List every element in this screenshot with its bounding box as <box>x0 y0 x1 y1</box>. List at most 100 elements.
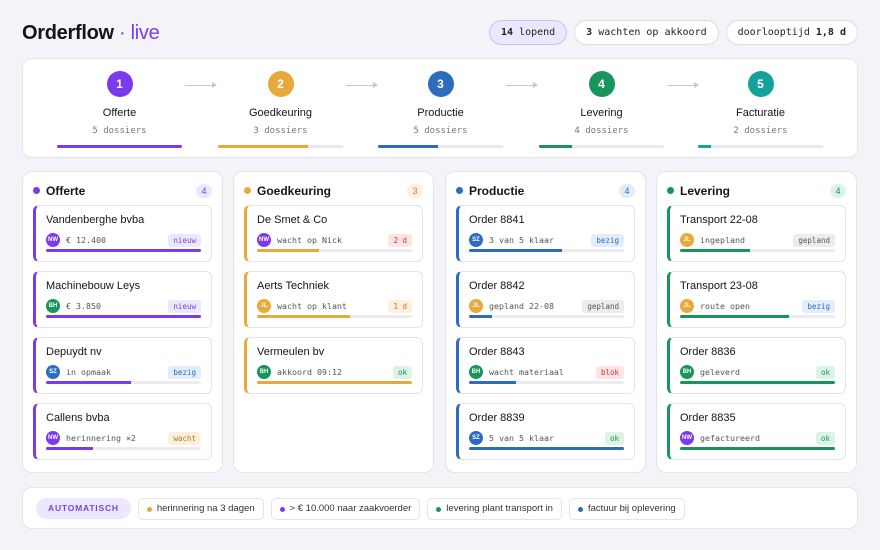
card-title: Aerts Techniek <box>257 280 329 292</box>
automation-label[interactable]: AUTOMATISCH <box>36 498 131 519</box>
stage-progress-bar <box>539 145 664 148</box>
column-dot <box>33 187 40 194</box>
card-status-text: geleverd <box>700 367 740 377</box>
column-title: Productie <box>469 184 525 198</box>
column-title: Offerte <box>46 184 86 198</box>
automation-rule[interactable]: levering plant transport in <box>427 498 562 520</box>
column-header: Offerte 4 <box>33 184 212 198</box>
order-card[interactable]: Vermeulen bv BH akkoord 09:12 ok <box>244 337 423 394</box>
arrow-right-icon <box>185 82 217 88</box>
card-title: Order 8842 <box>469 280 525 292</box>
column-header: Goedkeuring 3 <box>244 184 423 198</box>
card-status-text: € 12.400 <box>66 235 106 245</box>
card-progress-fill <box>469 249 562 252</box>
pipeline-stage-3[interactable]: 3 Productie 5 dossiers <box>378 71 503 148</box>
order-card[interactable]: Transport 22-08 JL ingepland gepland <box>667 205 846 262</box>
order-card[interactable]: Depuydt nv SZ in opmaak bezig <box>33 337 212 394</box>
status-badge: 2 d <box>388 234 412 247</box>
avatar: NW <box>46 431 60 445</box>
pill-label: wachten op akkoord <box>598 27 707 38</box>
automation-bar: AUTOMATISCH herinnering na 3 dagen > € 10… <box>22 487 858 529</box>
pipeline-stage-4[interactable]: 4 Levering 4 dossiers <box>539 71 664 148</box>
stat-pills: 14 lopend 3 wachten op akkoord doorloopt… <box>488 20 858 45</box>
card-progress-bar <box>46 381 201 384</box>
pipeline-stage-1[interactable]: 1 Offerte 5 dossiers <box>57 71 182 148</box>
automation-rules: AUTOMATISCH herinnering na 3 dagen > € 10… <box>36 498 685 520</box>
status-badge: ok <box>815 432 835 445</box>
order-card[interactable]: Order 8839 SZ 5 van 5 klaar ok <box>456 403 635 460</box>
column-count-badge: 4 <box>196 184 212 198</box>
stage-count: 5 dossiers <box>413 126 468 136</box>
avatar: SZ <box>469 233 483 247</box>
card-title: Order 8835 <box>680 412 736 424</box>
order-card[interactable]: Vandenberghe bvba NW € 12.400 nieuw <box>33 205 212 262</box>
card-title: Depuydt nv <box>46 346 102 358</box>
automation-rule[interactable]: > € 10.000 naar zaakvoerder <box>270 498 421 520</box>
status-badge: bezig <box>591 234 624 247</box>
automation-rule[interactable]: herinnering na 3 dagen <box>137 498 264 520</box>
header: Orderflow · live 14 lopend 3 wachten op … <box>22 20 858 46</box>
stage-progress-fill <box>218 145 308 148</box>
stage-number: 2 <box>267 71 294 97</box>
order-card[interactable]: Callens bvba NW herinnering ×2 wacht <box>33 403 212 460</box>
order-card[interactable]: Transport 23-08 JL route open bezig <box>667 271 846 328</box>
status-badge: wacht <box>168 432 201 445</box>
stage-name: Facturatie <box>736 107 785 119</box>
avatar: JL <box>469 299 483 313</box>
card-progress-fill <box>257 381 412 384</box>
card-progress-fill <box>469 315 493 318</box>
stage-progress-fill <box>378 145 438 148</box>
stage-count: 4 dossiers <box>574 126 629 136</box>
card-title: Vandenberghe bvba <box>46 214 145 226</box>
card-progress-fill <box>257 315 350 318</box>
pipeline-stage-5[interactable]: 5 Facturatie 2 dossiers <box>698 71 823 148</box>
rule-dot <box>279 506 285 512</box>
pill-lopend[interactable]: 14 lopend <box>488 20 568 45</box>
pill-doorlooptijd[interactable]: doorlooptijd 1,8 d <box>725 20 858 45</box>
pipeline-stage-2[interactable]: 2 Goedkeuring 3 dossiers <box>218 71 343 148</box>
card-status-text: wacht op Nick <box>277 235 342 245</box>
stage-progress-bar <box>218 145 343 148</box>
card-progress-bar <box>257 315 412 318</box>
card-progress-fill <box>680 315 789 318</box>
stage-count: 3 dossiers <box>253 126 308 136</box>
card-progress-bar <box>46 315 201 318</box>
pill-wachten[interactable]: 3 wachten op akkoord <box>574 20 719 45</box>
column-dot <box>456 187 463 194</box>
stage-progress-fill <box>539 145 572 148</box>
arrow-right-icon <box>506 82 538 88</box>
stage-number: 5 <box>747 71 774 97</box>
card-progress-bar <box>46 447 201 450</box>
column-title: Goedkeuring <box>257 184 332 198</box>
order-card[interactable]: Order 8843 BH wacht materiaal blok <box>456 337 635 394</box>
avatar: JL <box>680 299 694 313</box>
pipeline-overview: 1 Offerte 5 dossiers 2 Goedkeuring 3 dossiers… <box>22 58 858 158</box>
order-card[interactable]: De Smet & Co NW wacht op Nick 2 d <box>244 205 423 262</box>
stage-count: 5 dossiers <box>92 126 147 136</box>
order-card[interactable]: Order 8836 BH geleverd ok <box>667 337 846 394</box>
status-badge: bezig <box>168 366 201 379</box>
card-status-text: in opmaak <box>66 367 111 377</box>
status-badge: nieuw <box>168 234 201 247</box>
order-card[interactable]: Order 8835 NW gefactureerd ok <box>667 403 846 460</box>
order-card[interactable]: Order 8842 JL gepland 22-08 gepland <box>456 271 635 328</box>
rule-dot <box>146 506 152 512</box>
card-title: Machinebouw Leys <box>46 280 141 292</box>
status-badge: blok <box>595 366 624 379</box>
status-badge: ok <box>392 366 412 379</box>
card-progress-fill <box>257 249 319 252</box>
card-progress-bar <box>680 315 835 318</box>
card-status-text: herinnering ×2 <box>66 433 136 443</box>
rule-dot <box>577 506 583 512</box>
live-indicator: · live <box>119 22 160 44</box>
arrow-right-icon <box>667 82 699 88</box>
stage-count: 2 dossiers <box>733 126 788 136</box>
stage-progress-fill <box>57 145 182 148</box>
order-card[interactable]: Machinebouw Leys BH € 3.850 nieuw <box>33 271 212 328</box>
avatar: BH <box>257 365 271 379</box>
order-card[interactable]: Aerts Techniek JL wacht op klant 1 d <box>244 271 423 328</box>
order-card[interactable]: Order 8841 SZ 3 van 5 klaar bezig <box>456 205 635 262</box>
avatar: BH <box>469 365 483 379</box>
card-progress-bar <box>469 315 624 318</box>
automation-rule[interactable]: factuur bij oplevering <box>568 498 685 520</box>
